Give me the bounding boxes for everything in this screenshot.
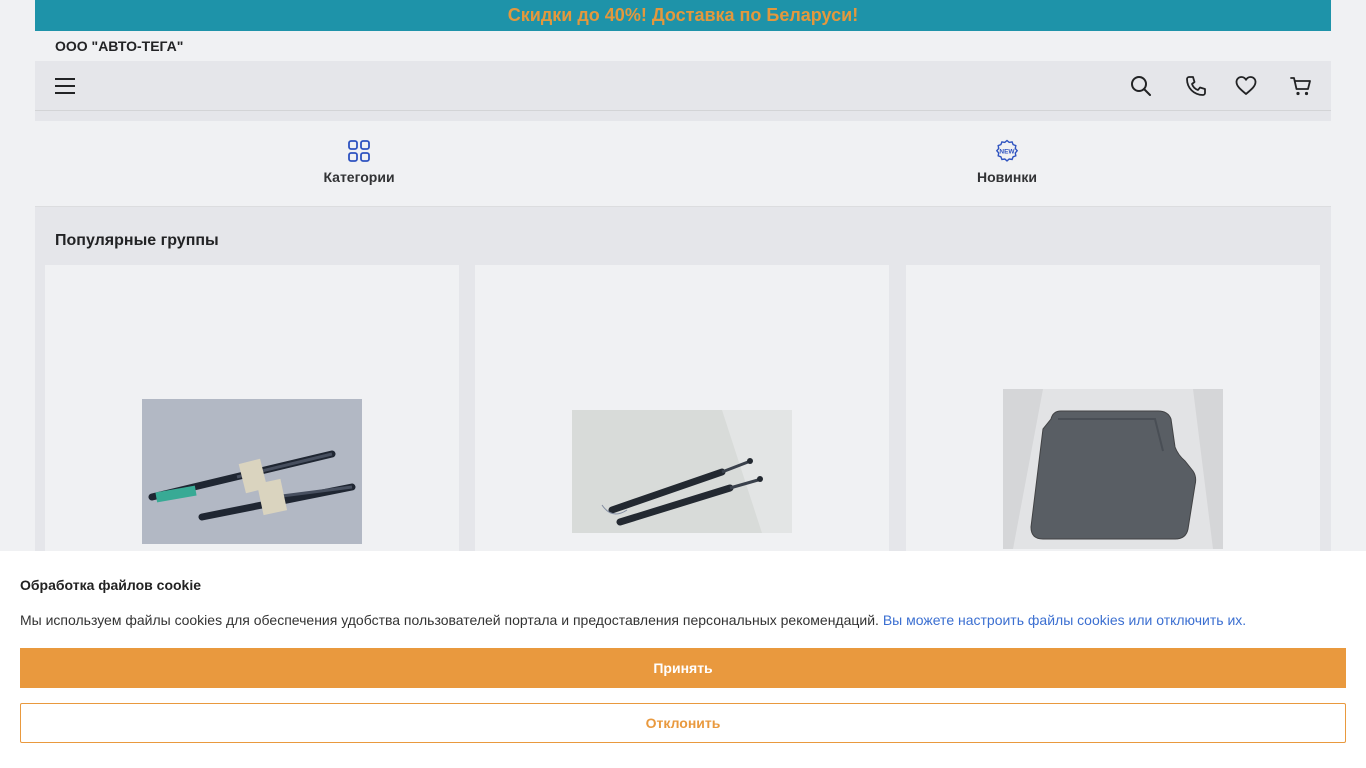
- quick-nav-new[interactable]: NEW Новинки: [927, 139, 1087, 185]
- menu-icon[interactable]: [55, 76, 75, 96]
- header-toolbar: [35, 61, 1331, 111]
- quick-nav: Категории NEW Новинки: [35, 121, 1331, 207]
- new-badge-icon: NEW: [995, 139, 1019, 162]
- floor-mat-photo: [1003, 389, 1223, 549]
- svg-text:NEW: NEW: [999, 148, 1015, 155]
- search-icon[interactable]: [1129, 74, 1153, 98]
- popular-groups-title: Популярные группы: [55, 232, 219, 249]
- gas-struts-pair-photo: [142, 399, 362, 544]
- quick-nav-label: Категории: [323, 169, 395, 185]
- accept-cookies-button[interactable]: Принять: [20, 648, 1346, 688]
- promo-text: Скидки до 40%! Доставка по Беларуси!: [507, 5, 859, 25]
- cart-icon[interactable]: [1289, 74, 1313, 98]
- cookie-banner-text: Мы используем файлы cookies для обеспече…: [20, 612, 1246, 628]
- cookie-banner: Обработка файлов cookie Мы используем фа…: [0, 551, 1366, 768]
- company-name[interactable]: ООО "АВТО-ТЕГА": [35, 31, 1331, 61]
- grid-icon: [348, 140, 370, 162]
- phone-icon[interactable]: [1184, 74, 1208, 98]
- header-gap: [35, 111, 1331, 121]
- quick-nav-label: Новинки: [977, 169, 1037, 185]
- cookie-settings-link[interactable]: Вы можете настроить файлы cookies или от…: [883, 612, 1246, 628]
- decline-cookies-button[interactable]: Отклонить: [20, 703, 1346, 743]
- cookie-banner-title: Обработка файлов cookie: [20, 577, 202, 593]
- gas-struts-photo: [572, 410, 792, 533]
- quick-nav-categories[interactable]: Категории: [279, 139, 439, 185]
- heart-icon[interactable]: [1234, 74, 1258, 98]
- promo-banner[interactable]: Скидки до 40%! Доставка по Беларуси!: [35, 0, 1331, 31]
- cookie-description: Мы используем файлы cookies для обеспече…: [20, 612, 879, 628]
